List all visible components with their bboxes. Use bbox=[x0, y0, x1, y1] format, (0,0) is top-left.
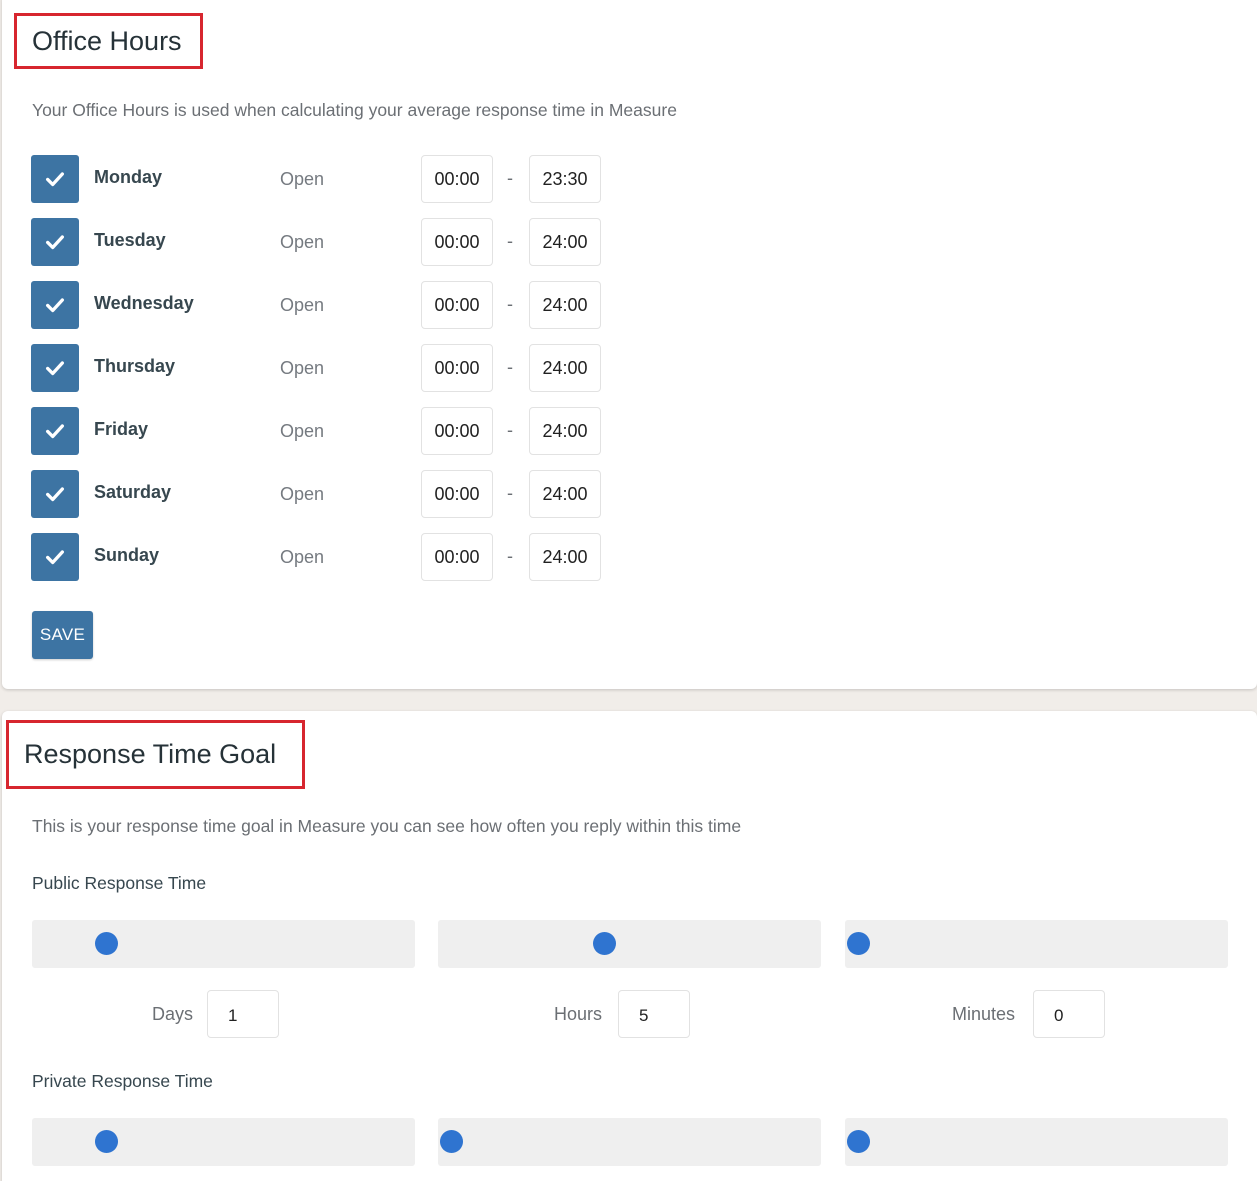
close-time-input[interactable]: 24:00 bbox=[529, 407, 601, 455]
day-name: Thursday bbox=[94, 356, 176, 376]
public-response-time-label: Public Response Time bbox=[32, 873, 207, 893]
private-minutes-slider[interactable] bbox=[845, 1118, 1228, 1166]
hours-label: Hours bbox=[554, 1004, 603, 1024]
day-status: Open bbox=[280, 484, 325, 504]
open-time-input[interactable]: 00:00 bbox=[421, 470, 493, 518]
time-separator: - bbox=[507, 483, 513, 503]
close-time-input[interactable]: 24:00 bbox=[529, 281, 601, 329]
check-icon bbox=[46, 172, 64, 187]
day-row-friday: Friday Open 00:00-24:00 bbox=[31, 407, 631, 455]
office-hours-title: Office Hours bbox=[32, 25, 182, 56]
time-separator: - bbox=[507, 357, 513, 377]
private-response-time-label: Private Response Time bbox=[32, 1071, 213, 1091]
open-time-input[interactable]: 00:00 bbox=[421, 344, 493, 392]
day-status: Open bbox=[280, 421, 325, 441]
check-icon bbox=[46, 487, 64, 502]
close-time-input[interactable]: 23:30 bbox=[529, 155, 601, 203]
day-row-thursday: Thursday Open 00:00-24:00 bbox=[31, 344, 631, 392]
time-separator: - bbox=[507, 420, 513, 440]
time-separator: - bbox=[507, 294, 513, 314]
slider-thumb[interactable] bbox=[847, 932, 870, 955]
check-icon bbox=[46, 235, 64, 250]
check-icon bbox=[46, 298, 64, 313]
private-days-slider[interactable] bbox=[32, 1118, 415, 1166]
day-checkbox[interactable] bbox=[31, 470, 79, 518]
public-days-slider[interactable] bbox=[32, 920, 415, 968]
open-time-input[interactable]: 00:00 bbox=[421, 407, 493, 455]
slider-thumb[interactable] bbox=[593, 932, 617, 955]
office-hours-title-highlight: Office Hours bbox=[14, 13, 203, 69]
day-checkbox[interactable] bbox=[31, 344, 79, 392]
time-separator: - bbox=[507, 546, 513, 566]
days-input[interactable]: 1 bbox=[207, 990, 279, 1038]
hours-input[interactable]: 5 bbox=[618, 990, 690, 1038]
day-row-tuesday: Tuesday Open 00:00-24:00 bbox=[31, 218, 631, 266]
day-row-saturday: Saturday Open 00:00-24:00 bbox=[31, 470, 631, 518]
day-checkbox[interactable] bbox=[31, 218, 79, 266]
public-hours-slider[interactable] bbox=[438, 920, 821, 968]
day-row-wednesday: Wednesday Open 00:00-24:00 bbox=[31, 281, 631, 329]
office-hours-card: Office Hours Your Office Hours is used w… bbox=[2, 0, 1257, 689]
day-name: Wednesday bbox=[94, 293, 194, 313]
open-time-input[interactable]: 00:00 bbox=[421, 533, 493, 581]
close-time-input[interactable]: 24:00 bbox=[529, 344, 601, 392]
save-button[interactable]: SAVE bbox=[32, 611, 93, 659]
check-icon bbox=[46, 550, 64, 565]
day-status: Open bbox=[280, 358, 325, 378]
day-name: Tuesday bbox=[94, 230, 166, 250]
day-status: Open bbox=[280, 232, 325, 252]
check-icon bbox=[46, 361, 64, 376]
minutes-input[interactable]: 0 bbox=[1033, 990, 1105, 1038]
open-time-input[interactable]: 00:00 bbox=[421, 218, 493, 266]
public-minutes-slider[interactable] bbox=[845, 920, 1228, 968]
private-hours-slider[interactable] bbox=[438, 1118, 821, 1166]
day-row-sunday: Sunday Open 00:00-24:00 bbox=[31, 533, 631, 581]
days-label: Days bbox=[152, 1004, 194, 1024]
response-time-goal-card: Response Time Goal This is your response… bbox=[2, 711, 1257, 1181]
day-name: Monday bbox=[94, 167, 163, 187]
close-time-input[interactable]: 24:00 bbox=[529, 533, 601, 581]
day-checkbox[interactable] bbox=[31, 533, 79, 581]
open-time-input[interactable]: 00:00 bbox=[421, 281, 493, 329]
day-checkbox[interactable] bbox=[31, 155, 79, 203]
day-checkbox[interactable] bbox=[31, 407, 79, 455]
slider-thumb[interactable] bbox=[847, 1130, 870, 1153]
close-time-input[interactable]: 24:00 bbox=[529, 218, 601, 266]
check-icon bbox=[46, 424, 64, 439]
day-checkbox[interactable] bbox=[31, 281, 79, 329]
slider-thumb[interactable] bbox=[440, 1130, 463, 1153]
day-status: Open bbox=[280, 295, 325, 315]
day-row-monday: Monday Open 00:00-23:30 bbox=[31, 155, 631, 203]
day-name: Friday bbox=[94, 419, 149, 439]
office-hours-description: Your Office Hours is used when calculati… bbox=[32, 100, 677, 120]
response-goal-description: This is your response time goal in Measu… bbox=[32, 816, 742, 836]
open-time-input[interactable]: 00:00 bbox=[421, 155, 493, 203]
response-goal-title: Response Time Goal bbox=[24, 739, 277, 769]
day-status: Open bbox=[280, 547, 325, 567]
time-separator: - bbox=[507, 231, 513, 251]
response-goal-title-highlight: Response Time Goal bbox=[6, 720, 305, 789]
minutes-label: Minutes bbox=[952, 1004, 1016, 1024]
slider-thumb[interactable] bbox=[94, 1130, 118, 1153]
day-name: Saturday bbox=[94, 482, 172, 502]
time-separator: - bbox=[507, 168, 513, 188]
slider-thumb[interactable] bbox=[94, 932, 118, 955]
day-status: Open bbox=[280, 169, 325, 189]
close-time-input[interactable]: 24:00 bbox=[529, 470, 601, 518]
day-name: Sunday bbox=[94, 545, 160, 565]
